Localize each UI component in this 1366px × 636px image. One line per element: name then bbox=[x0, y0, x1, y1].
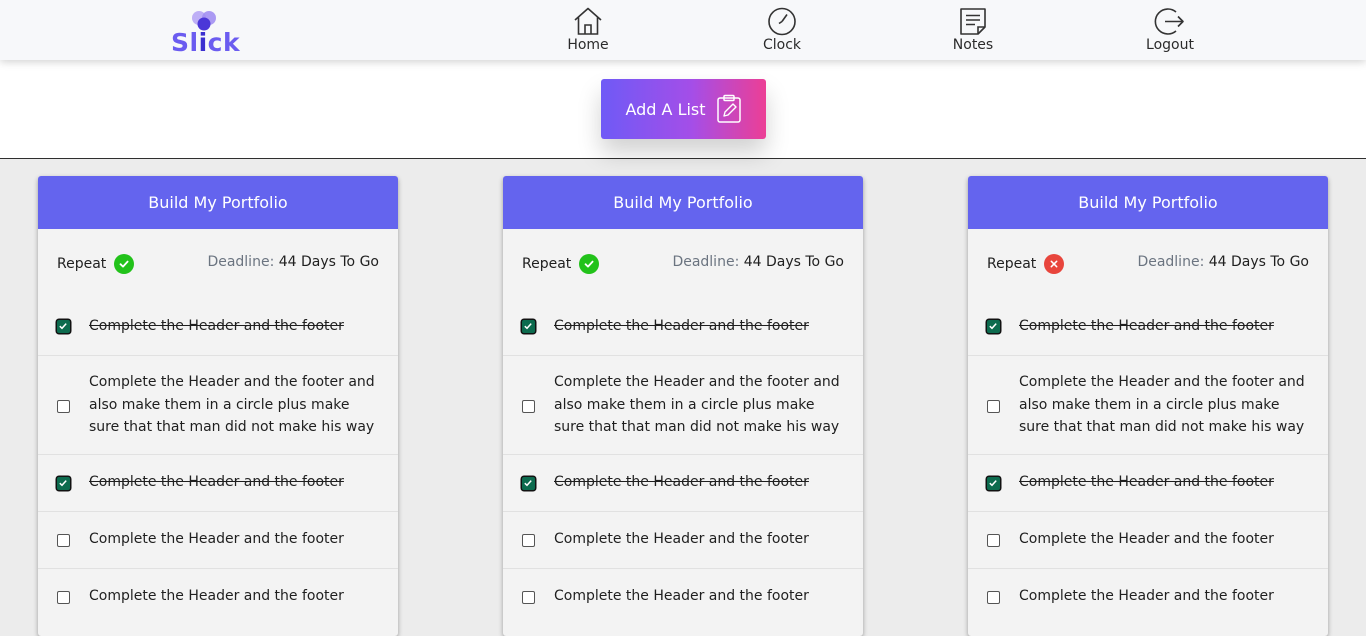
navbar: Slick Home Clock Notes Logout bbox=[0, 0, 1366, 60]
nav-clock[interactable]: Clock bbox=[732, 6, 832, 56]
task-checkbox[interactable] bbox=[522, 534, 535, 547]
task-checkbox[interactable] bbox=[987, 400, 1000, 413]
notes-icon bbox=[960, 8, 986, 35]
task-item: Complete the Header and the footer and a… bbox=[503, 356, 863, 455]
task-item: Complete the Header and the footer bbox=[38, 512, 398, 569]
task-text: Complete the Header and the footer bbox=[1019, 474, 1274, 490]
todo-list-card: Build My Portfolio Repeat Deadline: 44 D… bbox=[503, 176, 863, 636]
card-title: Build My Portfolio bbox=[503, 176, 863, 229]
repeat-status: Repeat bbox=[987, 254, 1065, 274]
logo-text-post: ck bbox=[207, 28, 241, 57]
task-item: Complete the Header and the footer bbox=[503, 569, 863, 625]
nav-notes[interactable]: Notes bbox=[923, 6, 1023, 56]
task-text: Complete the Header and the footer bbox=[1019, 531, 1274, 547]
task-text: Complete the Header and the footer and a… bbox=[1019, 374, 1305, 435]
deadline-label: Deadline: bbox=[672, 254, 740, 270]
task-checkbox[interactable] bbox=[522, 400, 535, 413]
deadline-label: Deadline: bbox=[207, 254, 275, 270]
repeat-check-icon[interactable] bbox=[114, 254, 135, 274]
task-text: Complete the Header and the footer bbox=[1019, 588, 1274, 604]
deadline: Deadline: 44 Days To Go bbox=[207, 254, 379, 270]
repeat-label: Repeat bbox=[987, 256, 1037, 272]
task-checkbox[interactable] bbox=[987, 320, 1000, 333]
card-meta: Repeat Deadline: 44 Days To Go bbox=[503, 229, 863, 299]
deadline: Deadline: 44 Days To Go bbox=[1137, 254, 1309, 270]
task-checkbox[interactable] bbox=[987, 591, 1000, 604]
nav-logout[interactable]: Logout bbox=[1120, 6, 1220, 56]
deadline-label: Deadline: bbox=[1137, 254, 1205, 270]
nav-home-label: Home bbox=[567, 37, 609, 53]
repeat-label: Repeat bbox=[522, 256, 572, 272]
clock-icon bbox=[768, 7, 796, 36]
task-text: Complete the Header and the footer bbox=[554, 318, 809, 334]
nav-home[interactable]: Home bbox=[538, 6, 638, 56]
logo-text-pre: Sl bbox=[171, 28, 199, 57]
repeat-cross-icon[interactable] bbox=[1044, 254, 1065, 274]
task-item: Complete the Header and the footer bbox=[968, 512, 1328, 569]
nav-clock-label: Clock bbox=[762, 37, 802, 53]
task-item: Complete the Header and the footer bbox=[968, 455, 1328, 512]
task-item: Complete the Header and the footer and a… bbox=[968, 356, 1328, 455]
add-list-button[interactable]: Add A List bbox=[601, 79, 766, 139]
task-text: Complete the Header and the footer bbox=[554, 531, 809, 547]
deadline-value: 44 Days To Go bbox=[1208, 254, 1309, 270]
logout-icon bbox=[1154, 8, 1184, 35]
task-text: Complete the Header and the footer bbox=[89, 474, 344, 490]
nav-logout-label: Logout bbox=[1146, 37, 1194, 53]
task-checkbox[interactable] bbox=[57, 534, 70, 547]
card-title: Build My Portfolio bbox=[968, 176, 1328, 229]
task-item: Complete the Header and the footer bbox=[503, 455, 863, 512]
task-item: Complete the Header and the footer bbox=[38, 299, 398, 356]
repeat-check-icon[interactable] bbox=[579, 254, 600, 274]
task-item: Complete the Header and the footer bbox=[503, 512, 863, 569]
deadline-value: 44 Days To Go bbox=[743, 254, 844, 270]
task-checkbox[interactable] bbox=[987, 534, 1000, 547]
logo-text-i: i bbox=[198, 28, 208, 57]
task-item: Complete the Header and the footer bbox=[503, 299, 863, 356]
logo-text: Slick bbox=[171, 28, 240, 57]
task-text: Complete the Header and the footer bbox=[554, 588, 809, 604]
task-text: Complete the Header and the footer bbox=[554, 474, 809, 490]
slick-logo[interactable]: Slick bbox=[170, 8, 240, 57]
deadline-value: 44 Days To Go bbox=[278, 254, 379, 270]
task-checkbox[interactable] bbox=[57, 591, 70, 604]
task-text: Complete the Header and the footer and a… bbox=[89, 374, 375, 435]
clipboard-edit-icon bbox=[716, 94, 741, 123]
deadline: Deadline: 44 Days To Go bbox=[672, 254, 844, 270]
task-item: Complete the Header and the footer bbox=[968, 569, 1328, 625]
repeat-status: Repeat bbox=[522, 254, 600, 274]
add-list-label: Add A List bbox=[625, 99, 706, 119]
home-icon bbox=[574, 7, 602, 35]
task-item: Complete the Header and the footer bbox=[968, 299, 1328, 356]
nav-notes-label: Notes bbox=[952, 37, 994, 53]
task-checkbox[interactable] bbox=[987, 477, 1000, 490]
task-checkbox[interactable] bbox=[57, 320, 70, 333]
task-text: Complete the Header and the footer bbox=[1019, 318, 1274, 334]
task-item: Complete the Header and the footer and a… bbox=[38, 356, 398, 455]
task-checkbox[interactable] bbox=[522, 320, 535, 333]
card-meta: Repeat Deadline: 44 Days To Go bbox=[968, 229, 1328, 299]
todo-list-card: Build My Portfolio Repeat Deadline: 44 D… bbox=[968, 176, 1328, 636]
task-checkbox[interactable] bbox=[57, 400, 70, 413]
task-text: Complete the Header and the footer bbox=[89, 318, 344, 334]
repeat-status: Repeat bbox=[57, 254, 135, 274]
card-title: Build My Portfolio bbox=[38, 176, 398, 229]
task-item: Complete the Header and the footer bbox=[38, 569, 398, 625]
todo-list-card: Build My Portfolio Repeat Deadline: 44 D… bbox=[38, 176, 398, 636]
task-item: Complete the Header and the footer bbox=[38, 455, 398, 512]
card-meta: Repeat Deadline: 44 Days To Go bbox=[38, 229, 398, 299]
task-text: Complete the Header and the footer bbox=[89, 531, 344, 547]
task-checkbox[interactable] bbox=[522, 477, 535, 490]
repeat-label: Repeat bbox=[57, 256, 107, 272]
task-text: Complete the Header and the footer and a… bbox=[554, 374, 840, 435]
task-checkbox[interactable] bbox=[57, 477, 70, 490]
task-text: Complete the Header and the footer bbox=[89, 588, 344, 604]
task-checkbox[interactable] bbox=[522, 591, 535, 604]
